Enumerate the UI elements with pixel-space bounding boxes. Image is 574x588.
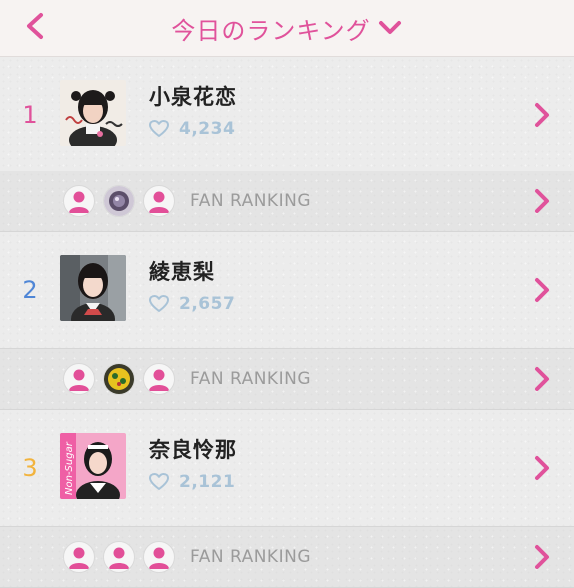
fan-avatar[interactable]	[63, 541, 95, 573]
person-icon	[69, 191, 89, 213]
member-name: 小泉花恋	[149, 85, 237, 109]
chevron-right-icon[interactable]	[534, 277, 550, 303]
heart-outline-icon	[149, 295, 169, 312]
chevron-right-icon[interactable]	[534, 544, 550, 570]
person-icon	[69, 369, 89, 391]
rank-number: 2	[22, 276, 38, 304]
fan-avatar-image	[104, 364, 134, 394]
person-icon	[149, 547, 169, 569]
fan-ranking-row-1[interactable]: FAN RANKING	[0, 171, 574, 232]
ranking-item-2[interactable]: 2 綾恵梨 2,657	[0, 232, 574, 349]
like-count: 2,121	[149, 472, 235, 492]
fan-avatar-image	[104, 186, 134, 216]
fan-ranking-label[interactable]: FAN RANKING	[190, 191, 311, 211]
chevron-right-icon[interactable]	[534, 455, 550, 481]
ranking-period-selector[interactable]: 今日のランキング	[171, 11, 402, 46]
member-photo: Non-Sugar	[60, 433, 126, 499]
fan-ranking-row-2[interactable]: FAN RANKING	[0, 349, 574, 410]
rank-number: 1	[22, 101, 38, 129]
member-photo	[60, 255, 126, 321]
like-count-value: 2,121	[179, 472, 236, 492]
ranking-item-1[interactable]: 1 小泉花恋 4,234	[0, 57, 574, 174]
fan-avatar[interactable]	[63, 185, 95, 217]
person-icon	[109, 547, 129, 569]
member-name: 奈良怜那	[149, 438, 237, 462]
chevron-left-icon[interactable]	[24, 12, 46, 40]
fan-avatar[interactable]	[143, 541, 175, 573]
like-count-value: 4,234	[179, 119, 236, 139]
chevron-right-icon[interactable]	[534, 188, 550, 214]
member-name: 綾恵梨	[149, 260, 215, 284]
member-photo	[60, 80, 126, 146]
fan-avatar[interactable]	[143, 363, 175, 395]
fan-avatar[interactable]	[63, 363, 95, 395]
person-icon	[149, 369, 169, 391]
ranking-item-3[interactable]: 3 Non-Sugar 奈良怜那 2,121	[0, 410, 574, 527]
chevron-right-icon[interactable]	[534, 102, 550, 128]
page-title: 今日のランキング	[171, 16, 371, 45]
fan-avatar[interactable]	[103, 541, 135, 573]
heart-outline-icon	[149, 120, 169, 137]
person-icon	[149, 191, 169, 213]
fan-avatar[interactable]	[103, 185, 135, 217]
fan-avatar[interactable]	[143, 185, 175, 217]
thumb-badge-text: Non-Sugar	[64, 441, 75, 495]
heart-outline-icon	[149, 473, 169, 490]
header-bar: 今日のランキング	[0, 0, 574, 57]
like-count: 4,234	[149, 119, 235, 139]
rank-number: 3	[22, 454, 38, 482]
like-count-value: 2,657	[179, 294, 236, 314]
chevron-down-icon	[378, 21, 401, 34]
chevron-right-icon[interactable]	[534, 366, 550, 392]
like-count: 2,657	[149, 294, 235, 314]
fan-avatar[interactable]	[103, 363, 135, 395]
person-icon	[69, 547, 89, 569]
fan-ranking-label[interactable]: FAN RANKING	[190, 547, 311, 567]
fan-ranking-label[interactable]: FAN RANKING	[190, 369, 311, 389]
